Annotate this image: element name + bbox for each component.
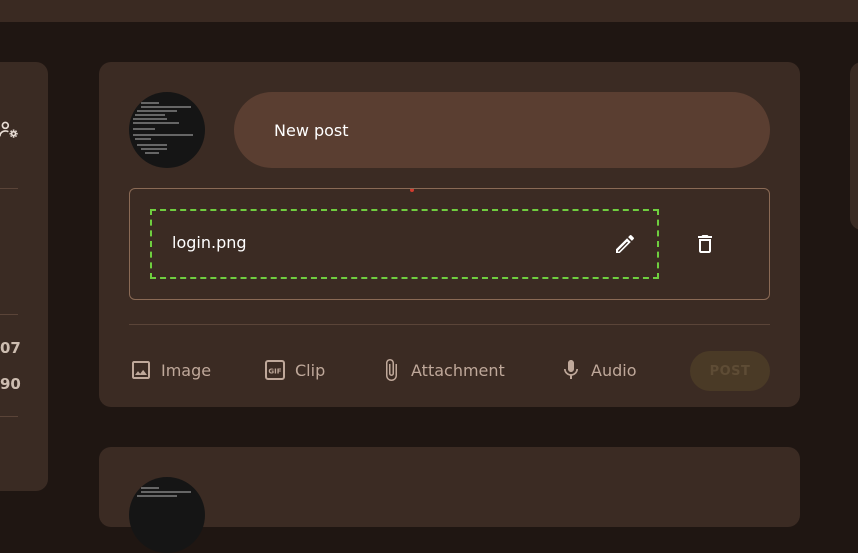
sidebar-stat: 07 bbox=[0, 339, 21, 357]
file-name: login.png bbox=[172, 233, 247, 252]
image-icon bbox=[132, 361, 150, 379]
user-avatar[interactable] bbox=[129, 92, 205, 168]
pencil-icon[interactable] bbox=[613, 232, 637, 256]
gif-icon: GIF bbox=[265, 360, 285, 380]
sidebar-divider bbox=[0, 416, 18, 417]
top-bar bbox=[0, 0, 858, 22]
group-settings-icon[interactable] bbox=[0, 119, 20, 141]
composer-divider bbox=[129, 324, 770, 325]
new-post-input[interactable]: New post bbox=[234, 92, 770, 168]
audio-tool-button[interactable]: Audio bbox=[559, 357, 636, 383]
attachment-tool-label: Attachment bbox=[411, 360, 505, 380]
clip-tool-label: Clip bbox=[295, 360, 326, 380]
sidebar-divider bbox=[0, 314, 18, 315]
clip-tool-button[interactable]: GIF Clip bbox=[263, 357, 325, 383]
attachment-tool-button[interactable]: Attachment bbox=[379, 357, 505, 383]
audio-tool-label: Audio bbox=[591, 360, 637, 380]
left-sidebar-panel: 07 90 bbox=[0, 62, 48, 491]
paperclip-icon bbox=[386, 359, 397, 381]
microphone-icon bbox=[564, 360, 578, 379]
post-author-avatar[interactable] bbox=[129, 477, 205, 553]
attachment-box: login.png bbox=[129, 188, 770, 300]
post-button[interactable]: POST bbox=[690, 351, 770, 391]
feed-post-card bbox=[99, 447, 800, 553]
image-tool-label: Image bbox=[161, 360, 212, 380]
post-composer-card: New post login.png Image GIF Clip Attach… bbox=[99, 62, 800, 407]
sidebar-divider bbox=[0, 188, 18, 189]
image-tool-button[interactable]: Image bbox=[129, 357, 211, 383]
sidebar-stat: 90 bbox=[0, 375, 21, 393]
trash-icon[interactable] bbox=[693, 232, 717, 256]
attached-file-item[interactable]: login.png bbox=[150, 209, 659, 279]
right-sidebar-panel bbox=[850, 62, 858, 230]
svg-text:GIF: GIF bbox=[268, 368, 281, 376]
